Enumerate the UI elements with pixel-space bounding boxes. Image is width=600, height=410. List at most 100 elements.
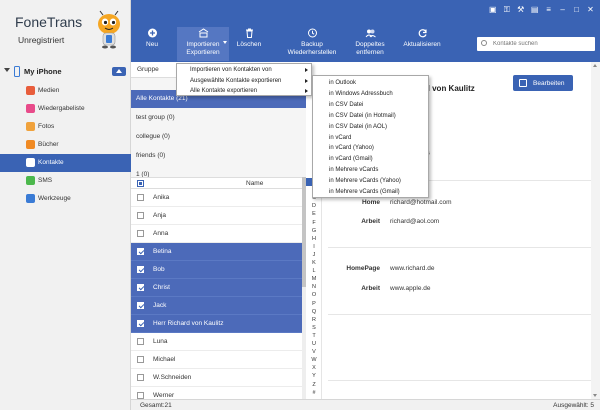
- submenu-item[interactable]: in vCard: [313, 133, 428, 143]
- submenu-item[interactable]: in vCard (Gmail): [313, 154, 428, 164]
- alphabet-letter[interactable]: V: [306, 348, 322, 356]
- sidebar-item-sms[interactable]: SMS: [0, 172, 131, 190]
- alphabet-letter[interactable]: Q: [306, 308, 322, 316]
- alphabet-letter[interactable]: #: [306, 389, 322, 397]
- alphabet-letter[interactable]: L: [306, 267, 322, 275]
- contact-row[interactable]: Betina: [131, 243, 302, 261]
- alphabet-letter[interactable]: D: [306, 202, 322, 210]
- sidebar-item-medien[interactable]: Medien: [0, 82, 131, 100]
- contact-row[interactable]: Anna: [131, 225, 302, 243]
- alphabet-letter[interactable]: Y: [306, 372, 322, 380]
- alphabet-letter[interactable]: K: [306, 259, 322, 267]
- contact-checkbox[interactable]: [137, 320, 144, 327]
- contact-checkbox[interactable]: [137, 212, 144, 219]
- contact-row[interactable]: Michael: [131, 351, 302, 369]
- alphabet-letter[interactable]: H: [306, 235, 322, 243]
- neu-button[interactable]: Neu: [143, 28, 161, 49]
- alphabet-letter[interactable]: W: [306, 356, 322, 364]
- contact-checkbox[interactable]: [137, 194, 144, 201]
- tshirt-icon[interactable]: ▣: [487, 5, 498, 15]
- alphabet-letter[interactable]: Z: [306, 381, 322, 389]
- registration-status[interactable]: Unregistriert: [18, 35, 64, 45]
- contact-row[interactable]: Herr Richard von Kaulitz: [131, 315, 302, 333]
- wrench-icon[interactable]: ⚒: [515, 5, 526, 15]
- contact-row[interactable]: Werner: [131, 387, 302, 399]
- doppeltes-entfernen-button[interactable]: Doppeltes entfernen: [349, 28, 391, 56]
- collapse-caret-icon[interactable]: [4, 68, 10, 72]
- contact-row[interactable]: Bob: [131, 261, 302, 279]
- alphabet-letter[interactable]: U: [306, 340, 322, 348]
- aktualisieren-button[interactable]: Aktualisieren: [399, 28, 445, 49]
- submenu-item[interactable]: in CSV Datei (in Hotmail): [313, 111, 428, 121]
- alphabet-letter[interactable]: X: [306, 364, 322, 372]
- submenu-item[interactable]: in Mehrere vCards (Gmail): [313, 187, 428, 197]
- menu-item[interactable]: Ausgewählte Kontakte exportieren: [177, 76, 311, 86]
- contact-row[interactable]: Christ: [131, 279, 302, 297]
- toolbar-label: entfernen: [356, 48, 384, 56]
- edit-button[interactable]: Bearbeiten: [513, 75, 573, 91]
- contact-checkbox[interactable]: [137, 230, 144, 237]
- key-icon[interactable]: ⚿: [501, 5, 512, 15]
- contact-row[interactable]: Jack: [131, 297, 302, 315]
- submenu-item[interactable]: in CSV Datei: [313, 100, 428, 110]
- search-box[interactable]: [477, 37, 595, 51]
- submenu-item[interactable]: in Mehrere vCards (Yahoo): [313, 176, 428, 186]
- sidebar-item-werkzeuge[interactable]: Werkzeuge: [0, 190, 131, 208]
- contact-row[interactable]: Anika: [131, 189, 302, 207]
- sidebar-item-wiedergabeliste[interactable]: Wiedergabeliste: [0, 100, 131, 118]
- select-all-checkbox[interactable]: [137, 180, 144, 187]
- submenu-item[interactable]: in Outlook: [313, 78, 428, 88]
- menu-item[interactable]: Importieren von Kontakten von: [177, 65, 311, 75]
- alphabet-letter[interactable]: I: [306, 243, 322, 251]
- scroll-down-icon[interactable]: [593, 394, 597, 397]
- group-item[interactable]: friends (0): [131, 147, 306, 165]
- contact-checkbox[interactable]: [137, 248, 144, 255]
- group-item[interactable]: test group (0): [131, 109, 306, 127]
- contact-checkbox[interactable]: [137, 338, 144, 345]
- contact-row[interactable]: Anja: [131, 207, 302, 225]
- alphabet-letter[interactable]: F: [306, 219, 322, 227]
- alphabet-letter[interactable]: E: [306, 210, 322, 218]
- alphabet-letter[interactable]: P: [306, 300, 322, 308]
- scroll-up-icon[interactable]: [593, 64, 597, 67]
- backup-wiederherstellen-button[interactable]: Backup Wiederherstellen: [281, 28, 343, 56]
- löschen-button[interactable]: Löschen: [235, 28, 263, 49]
- alphabet-letter[interactable]: N: [306, 283, 322, 291]
- eject-icon[interactable]: [112, 67, 126, 76]
- contact-checkbox[interactable]: [137, 284, 144, 291]
- submenu-item[interactable]: in Mehrere vCards: [313, 165, 428, 175]
- alphabet-letter[interactable]: S: [306, 324, 322, 332]
- submenu-item[interactable]: in CSV Datei (in AOL): [313, 122, 428, 132]
- contact-row[interactable]: W.Schneiden: [131, 369, 302, 387]
- alphabet-letter[interactable]: J: [306, 251, 322, 259]
- device-row[interactable]: My iPhone: [0, 64, 131, 80]
- name-column-header[interactable]: Name: [246, 180, 263, 187]
- contact-checkbox[interactable]: [137, 356, 144, 363]
- contact-row[interactable]: Luna: [131, 333, 302, 351]
- contact-checkbox[interactable]: [137, 392, 144, 399]
- maximize-icon[interactable]: □: [571, 5, 582, 15]
- contact-checkbox[interactable]: [137, 374, 144, 381]
- alphabet-letter[interactable]: R: [306, 316, 322, 324]
- group-item[interactable]: collegue (0): [131, 128, 306, 146]
- alphabet-letter[interactable]: T: [306, 332, 322, 340]
- menu-icon[interactable]: ≡: [543, 5, 554, 15]
- alphabet-letter[interactable]: M: [306, 275, 322, 283]
- chat-icon[interactable]: ▤: [529, 5, 540, 15]
- alphabet-letter[interactable]: G: [306, 227, 322, 235]
- search-input[interactable]: [493, 39, 591, 49]
- detail-scrollbar[interactable]: [591, 62, 600, 399]
- menu-item[interactable]: Alle Kontakte exportieren: [177, 86, 311, 96]
- sidebar-item-fotos[interactable]: Fotos: [0, 118, 131, 136]
- submenu-item[interactable]: in vCard (Yahoo): [313, 143, 428, 153]
- close-icon[interactable]: ✕: [585, 5, 596, 15]
- edit-label: Bearbeiten: [533, 79, 565, 87]
- sidebar-item-kontakte[interactable]: Kontakte: [0, 154, 131, 172]
- importieren-exportieren-button[interactable]: Importieren Exportieren: [177, 27, 229, 61]
- alphabet-letter[interactable]: O: [306, 291, 322, 299]
- minimize-icon[interactable]: –: [557, 5, 568, 15]
- sidebar-item-bücher[interactable]: Bücher: [0, 136, 131, 154]
- contact-checkbox[interactable]: [137, 266, 144, 273]
- submenu-item[interactable]: in Windows Adressbuch: [313, 89, 428, 99]
- contact-checkbox[interactable]: [137, 302, 144, 309]
